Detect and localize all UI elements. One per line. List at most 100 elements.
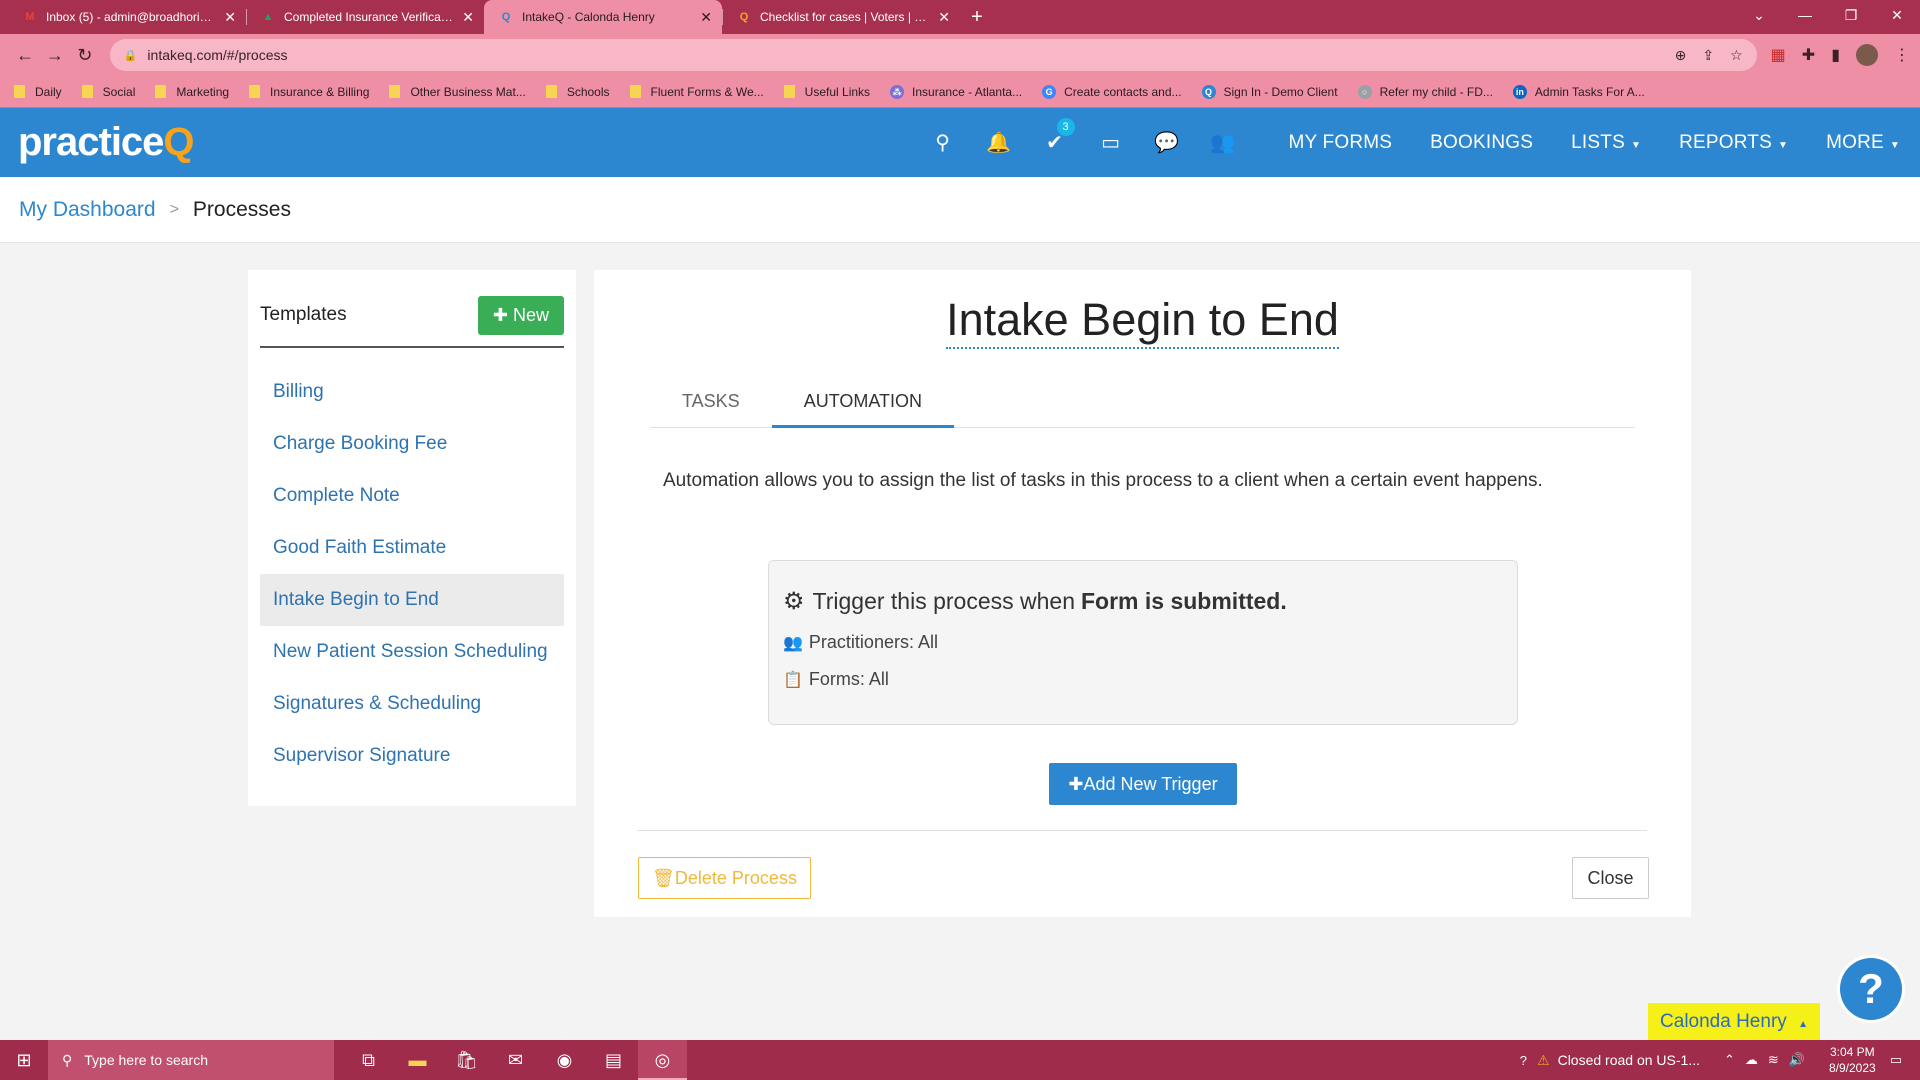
bookmark-item[interactable]: Useful Links <box>783 85 870 99</box>
tab-tasks[interactable]: TASKS <box>650 374 772 427</box>
minimize-icon[interactable]: — <box>1782 0 1828 30</box>
process-title[interactable]: Intake Begin to End <box>946 294 1339 349</box>
site-favicon-icon: in <box>1512 84 1527 99</box>
windows-start-icon[interactable]: ⊞ <box>0 1050 48 1071</box>
folder-icon <box>389 85 401 98</box>
calculator-icon[interactable]: ▤ <box>589 1040 638 1080</box>
chevron-up-icon[interactable]: ⌃ <box>1724 1052 1735 1068</box>
folder-icon <box>155 85 167 98</box>
tab-search-icon[interactable]: ⌄ <box>1736 0 1782 30</box>
browser-menu-icon[interactable]: ⋮ <box>1894 45 1910 65</box>
browser-tab[interactable]: M Inbox (5) - admin@broadhorizon ✕ <box>8 0 246 34</box>
reload-icon[interactable]: ↻ <box>70 45 100 66</box>
volume-icon[interactable]: 🔊 <box>1789 1052 1805 1068</box>
template-item[interactable]: New Patient Session Scheduling <box>260 626 564 678</box>
side-panel-icon[interactable]: ▮ <box>1831 45 1840 65</box>
close-tab-icon[interactable]: ✕ <box>224 9 236 26</box>
template-item[interactable]: Charge Booking Fee <box>260 418 564 470</box>
clipboard-icon: 📋 <box>783 671 803 689</box>
bookmark-item[interactable]: ○ Refer my child - FD... <box>1357 84 1493 99</box>
nav-reports[interactable]: REPORTS ▼ <box>1679 132 1788 154</box>
nav-more[interactable]: MORE ▼ <box>1826 132 1900 154</box>
cloud-icon[interactable]: ☁ <box>1745 1052 1758 1068</box>
restore-icon[interactable]: ❐ <box>1828 0 1874 30</box>
bookmark-item[interactable]: Fluent Forms & We... <box>629 85 764 99</box>
news-widget[interactable]: ⚠ Closed road on US-1... <box>1537 1052 1700 1069</box>
chrome-icon[interactable]: ◎ <box>638 1040 687 1080</box>
credit-card-icon[interactable]: ▭ <box>1083 130 1139 155</box>
bookmark-item[interactable]: Other Business Mat... <box>389 85 526 99</box>
bookmark-item[interactable]: Social <box>81 84 136 99</box>
bookmark-item[interactable]: Daily <box>14 85 62 99</box>
browser-tab[interactable]: Q IntakeQ - Calonda Henry ✕ <box>484 0 722 34</box>
bookmark-item[interactable]: Q Sign In - Demo Client <box>1201 84 1338 99</box>
bookmark-item[interactable]: Schools <box>545 85 610 99</box>
user-menu-button[interactable]: Calonda Henry ▲ <box>1648 1003 1820 1041</box>
chrome-profile-icon[interactable]: ◉ <box>540 1040 589 1080</box>
wifi-icon[interactable]: ≋ <box>1768 1052 1779 1068</box>
close-tab-icon[interactable]: ✕ <box>462 9 474 26</box>
bookmark-label: Marketing <box>176 84 230 99</box>
new-template-button[interactable]: ✚ New <box>477 295 564 335</box>
zoom-icon[interactable]: ⊕ <box>1675 47 1687 64</box>
search-icon[interactable]: ⚲ <box>915 130 971 155</box>
caret-down-icon: ▼ <box>1630 139 1642 151</box>
store-icon[interactable]: 🛍 <box>442 1040 491 1080</box>
process-tabs: TASKS AUTOMATION <box>650 374 1635 428</box>
nav-my-forms[interactable]: MY FORMS <box>1289 132 1393 154</box>
profile-avatar[interactable] <box>1856 44 1878 66</box>
help-button[interactable]: ? <box>1840 958 1902 1020</box>
browser-tab[interactable]: ▲ Completed Insurance Verification ✕ <box>246 0 484 34</box>
star-icon[interactable]: ☆ <box>1730 47 1743 64</box>
template-item[interactable]: Complete Note <box>260 470 564 522</box>
close-button[interactable]: Close <box>1572 857 1649 899</box>
browser-tab[interactable]: Q Checklist for cases | Voters | prac ✕ <box>722 0 960 34</box>
address-bar[interactable]: 🔒 intakeq.com/#/process ⊕ ⇪ ☆ <box>109 39 1757 71</box>
tab-title: Checklist for cases | Voters | prac <box>760 10 931 24</box>
template-item[interactable]: Good Faith Estimate <box>260 522 564 574</box>
nav-bookings[interactable]: BOOKINGS <box>1430 132 1533 154</box>
forward-icon[interactable]: → <box>40 45 70 66</box>
extension-calendar-icon[interactable]: ▦ <box>1771 45 1786 65</box>
extensions-puzzle-icon[interactable]: ✚ <box>1802 45 1815 65</box>
nav-lists[interactable]: LISTS ▼ <box>1571 132 1641 154</box>
add-new-trigger-button[interactable]: ✚Add New Trigger <box>1049 763 1237 805</box>
breadcrumb-dashboard-link[interactable]: My Dashboard <box>19 198 156 222</box>
new-tab-button[interactable]: + <box>960 0 994 34</box>
tab-favicon-icon: Q <box>501 11 511 23</box>
notifications-icon[interactable]: ▭ <box>1890 1052 1902 1068</box>
close-tab-icon[interactable]: ✕ <box>700 9 712 26</box>
lock-icon[interactable]: 🔒 <box>124 49 138 62</box>
close-window-icon[interactable]: ✕ <box>1874 0 1920 30</box>
bookmark-item[interactable]: Insurance & Billing <box>249 85 369 99</box>
bookmark-item[interactable]: ⁂ Insurance - Atlanta... <box>890 84 1023 99</box>
taskbar-search-input[interactable]: ⚲ Type here to search <box>48 1040 334 1080</box>
bookmark-label: Insurance - Atlanta... <box>912 84 1023 99</box>
tab-favicon-icon: M <box>25 11 35 23</box>
tasks-check-icon[interactable]: ✔ 3 <box>1027 118 1083 155</box>
bookmark-label: Social <box>102 84 136 99</box>
bookmark-item[interactable]: in Admin Tasks For A... <box>1512 84 1645 99</box>
template-item[interactable]: Signatures & Scheduling <box>260 678 564 730</box>
file-explorer-icon[interactable]: ▬ <box>393 1040 442 1080</box>
share-icon[interactable]: ⇪ <box>1702 47 1714 64</box>
help-tray-icon[interactable]: ? <box>1520 1053 1527 1068</box>
bookmark-item[interactable]: G Create contacts and... <box>1042 84 1182 99</box>
delete-process-button[interactable]: 🗑Delete Process <box>638 857 811 899</box>
bell-icon[interactable]: 🔔 <box>971 130 1027 155</box>
template-item[interactable]: Intake Begin to End <box>260 574 564 626</box>
bookmark-item[interactable]: Marketing <box>155 85 229 99</box>
practiceq-logo[interactable]: practiceQ <box>18 120 195 165</box>
back-icon[interactable]: ← <box>10 45 40 66</box>
template-item[interactable]: Billing <box>260 366 564 418</box>
trigger-card[interactable]: ⚙ Trigger this process when Form is subm… <box>768 560 1518 725</box>
task-view-icon[interactable]: ⧉ <box>344 1040 393 1080</box>
close-tab-icon[interactable]: ✕ <box>938 9 950 26</box>
taskbar-clock[interactable]: 3:04 PM 8/9/2023 <box>1829 1044 1876 1076</box>
tab-automation[interactable]: AUTOMATION <box>771 374 955 428</box>
template-item[interactable]: Supervisor Signature <box>260 730 564 782</box>
chat-icon[interactable]: 💬 <box>1139 130 1195 155</box>
users-icon[interactable]: 👥 <box>1195 130 1251 155</box>
mail-icon[interactable]: ✉ <box>491 1040 540 1080</box>
url-text[interactable]: intakeq.com/#/process <box>147 47 1658 63</box>
